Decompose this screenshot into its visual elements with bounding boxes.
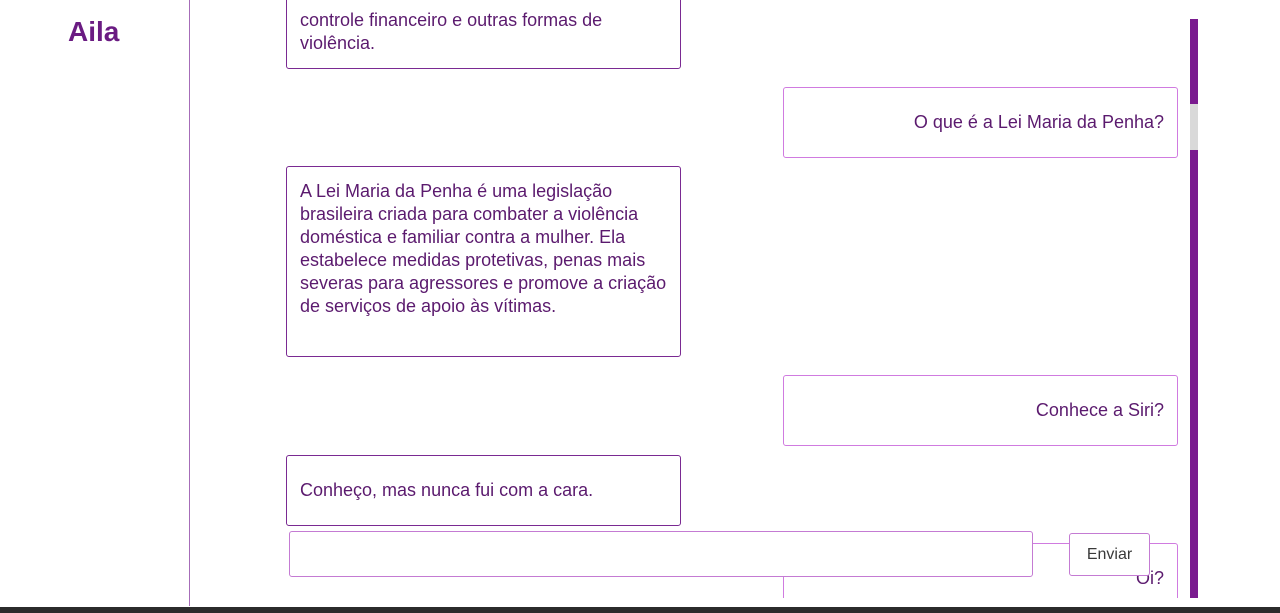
message-input[interactable] xyxy=(289,531,1033,577)
scrollbar-thumb[interactable] xyxy=(1190,104,1198,150)
window-bottom-edge xyxy=(0,607,1280,613)
send-button[interactable]: Enviar xyxy=(1069,533,1150,576)
user-message: O que é a Lei Maria da Penha? xyxy=(783,87,1178,158)
user-message: Conhece a Siri? xyxy=(783,375,1178,446)
chat-scrollbar[interactable] xyxy=(1190,19,1198,598)
message-composer: Enviar xyxy=(289,531,1151,577)
brand-title: Aila xyxy=(68,16,120,47)
chat-history[interactable]: controle financeiro e outras formas de v… xyxy=(190,0,1190,598)
bot-message: A Lei Maria da Penha é uma legislação br… xyxy=(286,166,681,357)
bot-message: controle financeiro e outras formas de v… xyxy=(286,0,681,69)
bot-message: Conheço, mas nunca fui com a cara. xyxy=(286,455,681,526)
